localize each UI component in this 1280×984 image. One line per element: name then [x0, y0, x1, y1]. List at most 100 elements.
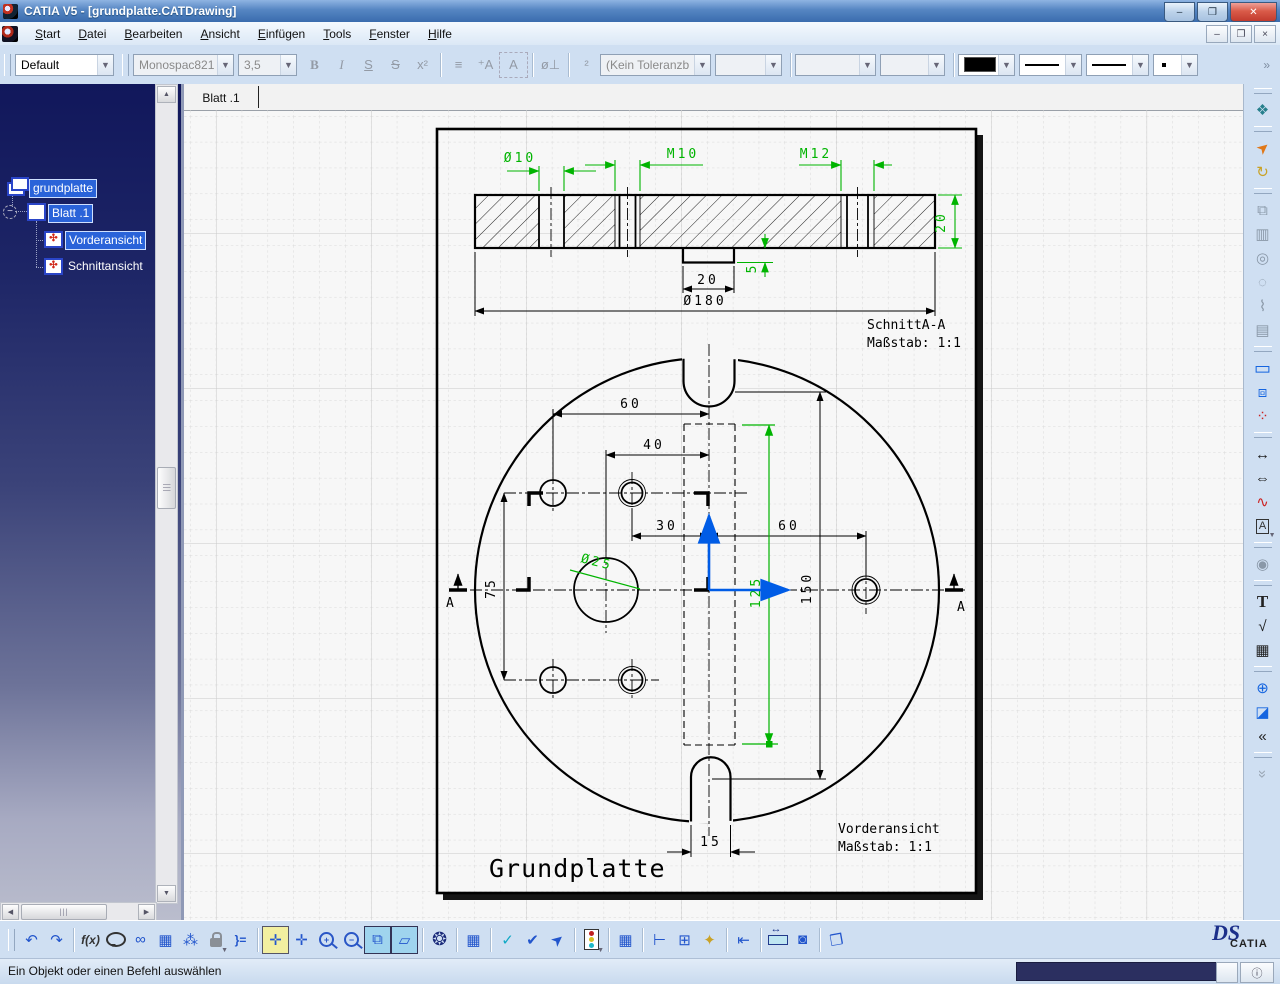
detail-view-icon[interactable]: ◎	[1250, 246, 1276, 270]
dim-thickness[interactable]: 20	[934, 211, 949, 233]
formula-icon[interactable]: f(x)	[78, 927, 103, 953]
tree-item-root[interactable]: grundplatte	[29, 179, 97, 198]
chevron-down-icon[interactable]: ▼	[998, 55, 1014, 75]
chevron-down-icon[interactable]: ▼	[280, 55, 296, 75]
scroll-right-icon[interactable]: ▶	[138, 904, 155, 920]
text-icon[interactable]: T	[1250, 590, 1276, 614]
dim-15[interactable]: 15	[700, 835, 722, 850]
section-view-scale[interactable]: Maßstab: 1:1	[867, 336, 961, 351]
dim-125[interactable]: 125	[749, 576, 764, 608]
table-icon[interactable]: ▦	[1250, 638, 1276, 662]
precision-combo[interactable]: ▼	[880, 54, 945, 76]
scrollbar-thumb[interactable]: |||	[21, 904, 107, 920]
axis-icon[interactable]: ⊕	[1250, 676, 1276, 700]
tree-item-sheet[interactable]: Blatt .1	[48, 204, 93, 223]
link-icon[interactable]: ∞	[128, 927, 153, 953]
toolbar-grip[interactable]	[1254, 580, 1272, 586]
info-icon[interactable]: ⓘ	[1240, 962, 1274, 983]
drawing-viewport[interactable]: Ø10 M10 M12 20 5 20 Ø180 SchnittA-A	[184, 110, 1244, 920]
lock-icon[interactable]: ▼	[203, 927, 228, 953]
strikethrough-button[interactable]: S	[382, 53, 409, 77]
zoom-in-icon[interactable]: +	[314, 927, 339, 953]
chevron-down-icon[interactable]: ▼	[1065, 55, 1081, 75]
line-weight-combo[interactable]: ▼	[1086, 54, 1149, 76]
menu-bearbeiten[interactable]: Bearbeiten	[115, 24, 191, 44]
comment-icon[interactable]	[103, 927, 128, 953]
dim-30[interactable]: 30	[656, 519, 678, 534]
font-combo[interactable]: Monospac821 ▼	[133, 54, 234, 76]
text-frame-button[interactable]: A	[499, 52, 528, 78]
dim-150[interactable]: 150	[800, 572, 815, 604]
underline-button[interactable]: S	[355, 53, 382, 77]
close-button[interactable]: ✕	[1230, 2, 1277, 22]
text-frame-icon[interactable]: A▼	[1250, 514, 1276, 538]
scroll-down-icon[interactable]: ▼	[157, 885, 176, 902]
view-icon[interactable]: ✣	[44, 231, 63, 248]
sheet-icon[interactable]	[27, 203, 46, 221]
front-view-title[interactable]: Vorderansicht	[838, 822, 940, 837]
dim-60-right[interactable]: 60	[778, 519, 800, 534]
workbench-icon[interactable]: ❖	[1250, 98, 1276, 122]
point-style-combo[interactable]: ▼	[1153, 54, 1198, 76]
chevron-down-icon[interactable]: ▼	[928, 55, 944, 75]
color-combo[interactable]: ▼	[958, 54, 1015, 76]
menu-start[interactable]: Start	[26, 24, 69, 44]
chevron-down-icon[interactable]: ▼	[217, 55, 233, 75]
font-size-combo[interactable]: 3,5 ▼	[238, 54, 297, 76]
numeric-format-combo[interactable]: ▼	[795, 54, 876, 76]
dim-75[interactable]: 75	[484, 577, 499, 599]
normal-view-icon[interactable]: ⧉	[364, 926, 391, 954]
scroll-left-icon[interactable]: ◀	[2, 904, 19, 920]
tree-item-vorderansicht[interactable]: Vorderansicht	[65, 231, 146, 250]
measure-icon[interactable]	[765, 927, 790, 953]
graphic-style-combo[interactable]: Default ▼	[15, 54, 114, 76]
line-type-combo[interactable]: ▼	[1019, 54, 1082, 76]
grid-icon[interactable]: ▦	[461, 927, 486, 953]
instantiate-2d-icon[interactable]: ⁘	[1250, 404, 1276, 428]
design-table-icon[interactable]: ▦	[153, 927, 178, 953]
drawing-root-icon[interactable]	[7, 174, 29, 196]
tree-vertical-scrollbar[interactable]: ▲ ||| ▼	[155, 84, 178, 904]
wizard-icon[interactable]: ▤	[1250, 318, 1276, 342]
tolerance-combo[interactable]: (Kein Toleranzb ▼	[600, 54, 711, 76]
create-interruption-icon[interactable]: ⊢	[647, 927, 672, 953]
flat-view-icon[interactable]: ▱	[391, 926, 418, 954]
pan-icon[interactable]: ✛	[289, 927, 314, 953]
insert-symbol-button[interactable]: ⁺A	[472, 53, 499, 77]
tree-item-schnittansicht[interactable]: Schnittansicht	[65, 258, 146, 275]
toolbar-grip[interactable]	[1254, 346, 1272, 352]
section-view-icon[interactable]: ▥	[1250, 222, 1276, 246]
chevron-down-icon[interactable]: ▼	[97, 55, 113, 75]
broken-view-icon[interactable]: ⌇	[1250, 294, 1276, 318]
toolbar-grip[interactable]	[1254, 88, 1272, 94]
fit-all-icon[interactable]: ✛	[262, 926, 289, 954]
toolbar-overflow-chevron[interactable]: »	[1251, 761, 1275, 787]
scrollbar-thumb[interactable]: |||	[157, 467, 176, 509]
menu-einfuegen[interactable]: Einfügen	[249, 24, 314, 44]
dimension-system-button[interactable]: ²	[573, 53, 600, 77]
filter-dimensions-icon[interactable]: ⇤	[731, 927, 756, 953]
mdi-close-button[interactable]: ×	[1254, 25, 1276, 43]
toolbar-grip[interactable]	[8, 929, 15, 951]
dim-thread-m10[interactable]: M10	[667, 147, 699, 162]
constraint-icon[interactable]: }=	[228, 927, 253, 953]
superscript-button[interactable]: x²	[409, 53, 436, 77]
toolbar-grip[interactable]	[1254, 666, 1272, 672]
bold-button[interactable]: B	[301, 53, 328, 77]
render-style-icon[interactable]: ❂	[427, 927, 452, 953]
toolbar-grip[interactable]	[1254, 188, 1272, 194]
relations-icon[interactable]: ⁂	[178, 927, 203, 953]
drawing-caption[interactable]: Grundplatte	[489, 854, 666, 883]
create-clipping-icon[interactable]: ⊞	[672, 927, 697, 953]
dim-40[interactable]: 40	[643, 438, 665, 453]
minimize-button[interactable]: –	[1164, 2, 1195, 22]
toolbar-overflow-chevron[interactable]: »	[1263, 58, 1270, 72]
dim-thread-m12[interactable]: M12	[800, 147, 832, 162]
justify-button[interactable]: ≡	[445, 53, 472, 77]
tolerance-dimension-icon[interactable]: ⇔	[1250, 466, 1276, 490]
restore-button[interactable]: ❐	[1197, 2, 1228, 22]
menu-ansicht[interactable]: Ansicht	[191, 24, 248, 44]
tree-horizontal-scrollbar[interactable]: ◀ ||| ▶	[0, 902, 157, 920]
clipping-view-icon[interactable]: ◌	[1250, 270, 1276, 294]
tab-blatt1[interactable]: Blatt .1	[188, 86, 254, 110]
